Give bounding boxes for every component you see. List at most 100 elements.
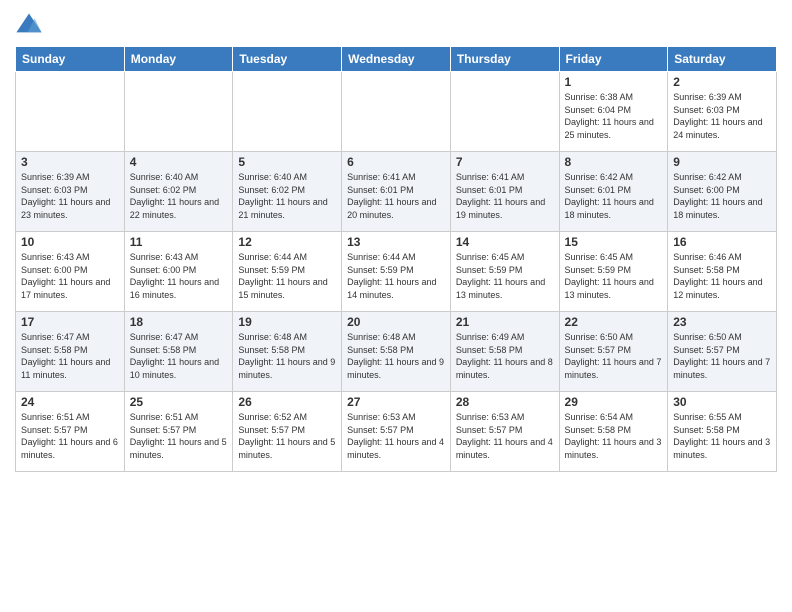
weekday-header: Friday — [559, 47, 668, 72]
logo-icon — [15, 10, 43, 38]
calendar-cell: 22Sunrise: 6:50 AM Sunset: 5:57 PM Dayli… — [559, 312, 668, 392]
day-number: 23 — [673, 315, 771, 329]
calendar-cell: 5 Sunrise: 6:40 AM Sunset: 6:02 PM Daylig… — [233, 152, 342, 232]
calendar-cell — [450, 72, 559, 152]
calendar-week-row: 3 Sunrise: 6:39 AM Sunset: 6:03 PM Daylig… — [16, 152, 777, 232]
calendar: SundayMondayTuesdayWednesdayThursdayFrid… — [15, 46, 777, 472]
day-number: 24 — [21, 395, 119, 409]
calendar-cell: 26 Sunrise: 6:52 AM Sunset: 5:57 PM Dayli… — [233, 392, 342, 472]
day-info: Sunrise: 6:45 AM Sunset: 5:59 PM Dayligh… — [565, 251, 663, 301]
day-number: 2 — [673, 75, 771, 89]
day-info: Sunrise: 6:39 AM Sunset: 6:03 PM Dayligh… — [673, 91, 771, 141]
day-info: Sunrise: 6:45 AM Sunset: 5:59 PM Dayligh… — [456, 251, 554, 301]
day-info: Sunrise: 6:53 AM Sunset: 5:57 PM Dayligh… — [347, 411, 445, 461]
day-info: Sunrise: 6:48 AM Sunset: 5:58 PM Dayligh… — [347, 331, 445, 381]
day-number: 28 — [456, 395, 554, 409]
day-number: 10 — [21, 235, 119, 249]
weekday-header: Tuesday — [233, 47, 342, 72]
day-number: 29 — [565, 395, 663, 409]
day-number: 25 — [130, 395, 228, 409]
calendar-cell: 19Sunrise: 6:48 AM Sunset: 5:58 PM Dayli… — [233, 312, 342, 392]
day-number: 30 — [673, 395, 771, 409]
weekday-header: Thursday — [450, 47, 559, 72]
day-info: Sunrise: 6:46 AM Sunset: 5:58 PM Dayligh… — [673, 251, 771, 301]
day-number: 14 — [456, 235, 554, 249]
calendar-cell: 9 Sunrise: 6:42 AM Sunset: 6:00 PM Daylig… — [668, 152, 777, 232]
calendar-cell: 6Sunrise: 6:41 AM Sunset: 6:01 PM Daylig… — [342, 152, 451, 232]
calendar-cell: 18Sunrise: 6:47 AM Sunset: 5:58 PM Dayli… — [124, 312, 233, 392]
header — [15, 10, 777, 38]
day-info: Sunrise: 6:40 AM Sunset: 6:02 PM Dayligh… — [130, 171, 228, 221]
calendar-cell: 12 Sunrise: 6:44 AM Sunset: 5:59 PM Dayli… — [233, 232, 342, 312]
day-info: Sunrise: 6:44 AM Sunset: 5:59 PM Dayligh… — [238, 251, 336, 301]
calendar-cell: 16 Sunrise: 6:46 AM Sunset: 5:58 PM Dayli… — [668, 232, 777, 312]
calendar-cell: 10Sunrise: 6:43 AM Sunset: 6:00 PM Dayli… — [16, 232, 125, 312]
day-info: Sunrise: 6:50 AM Sunset: 5:57 PM Dayligh… — [673, 331, 771, 381]
day-info: Sunrise: 6:52 AM Sunset: 5:57 PM Dayligh… — [238, 411, 336, 461]
day-info: Sunrise: 6:42 AM Sunset: 6:01 PM Dayligh… — [565, 171, 663, 221]
weekday-header: Monday — [124, 47, 233, 72]
day-info: Sunrise: 6:43 AM Sunset: 6:00 PM Dayligh… — [130, 251, 228, 301]
day-number: 6 — [347, 155, 445, 169]
calendar-cell: 11 Sunrise: 6:43 AM Sunset: 6:00 PM Dayli… — [124, 232, 233, 312]
calendar-cell: 14 Sunrise: 6:45 AM Sunset: 5:59 PM Dayli… — [450, 232, 559, 312]
day-number: 26 — [238, 395, 336, 409]
calendar-cell: 13Sunrise: 6:44 AM Sunset: 5:59 PM Dayli… — [342, 232, 451, 312]
day-info: Sunrise: 6:55 AM Sunset: 5:58 PM Dayligh… — [673, 411, 771, 461]
day-number: 27 — [347, 395, 445, 409]
calendar-cell: 1 Sunrise: 6:38 AM Sunset: 6:04 PM Daylig… — [559, 72, 668, 152]
calendar-week-row: 17 Sunrise: 6:47 AM Sunset: 5:58 PM Dayli… — [16, 312, 777, 392]
day-number: 11 — [130, 235, 228, 249]
calendar-cell: 7Sunrise: 6:41 AM Sunset: 6:01 PM Daylig… — [450, 152, 559, 232]
day-info: Sunrise: 6:54 AM Sunset: 5:58 PM Dayligh… — [565, 411, 663, 461]
calendar-cell: 17Sunrise: 6:47 AM Sunset: 5:58 PM Dayli… — [16, 312, 125, 392]
calendar-cell: 20Sunrise: 6:48 AM Sunset: 5:58 PM Dayli… — [342, 312, 451, 392]
day-info: Sunrise: 6:49 AM Sunset: 5:58 PM Dayligh… — [456, 331, 554, 381]
day-number: 8 — [565, 155, 663, 169]
weekday-header: Wednesday — [342, 47, 451, 72]
day-info: Sunrise: 6:47 AM Sunset: 5:58 PM Dayligh… — [130, 331, 228, 381]
calendar-week-row: 10 Sunrise: 6:43 AM Sunset: 6:00 PM Dayli… — [16, 232, 777, 312]
calendar-cell: 21 Sunrise: 6:49 AM Sunset: 5:58 PM Dayli… — [450, 312, 559, 392]
logo — [15, 10, 47, 38]
day-number: 16 — [673, 235, 771, 249]
calendar-cell: 2 Sunrise: 6:39 AM Sunset: 6:03 PM Daylig… — [668, 72, 777, 152]
day-number: 3 — [21, 155, 119, 169]
weekday-header: Sunday — [16, 47, 125, 72]
day-number: 12 — [238, 235, 336, 249]
weekday-header-row: SundayMondayTuesdayWednesdayThursdayFrid… — [16, 47, 777, 72]
calendar-cell: 24 Sunrise: 6:51 AM Sunset: 5:57 PM Dayli… — [16, 392, 125, 472]
page: SundayMondayTuesdayWednesdayThursdayFrid… — [0, 0, 792, 612]
day-info: Sunrise: 6:53 AM Sunset: 5:57 PM Dayligh… — [456, 411, 554, 461]
day-info: Sunrise: 6:48 AM Sunset: 5:58 PM Dayligh… — [238, 331, 336, 381]
day-info: Sunrise: 6:39 AM Sunset: 6:03 PM Dayligh… — [21, 171, 119, 221]
calendar-cell: 29 Sunrise: 6:54 AM Sunset: 5:58 PM Dayli… — [559, 392, 668, 472]
calendar-cell: 15 Sunrise: 6:45 AM Sunset: 5:59 PM Dayli… — [559, 232, 668, 312]
day-number: 4 — [130, 155, 228, 169]
calendar-cell: 8 Sunrise: 6:42 AM Sunset: 6:01 PM Daylig… — [559, 152, 668, 232]
calendar-cell: 28 Sunrise: 6:53 AM Sunset: 5:57 PM Dayli… — [450, 392, 559, 472]
day-number: 15 — [565, 235, 663, 249]
day-number: 22 — [565, 315, 663, 329]
day-number: 9 — [673, 155, 771, 169]
calendar-cell: 4 Sunrise: 6:40 AM Sunset: 6:02 PM Daylig… — [124, 152, 233, 232]
day-info: Sunrise: 6:40 AM Sunset: 6:02 PM Dayligh… — [238, 171, 336, 221]
day-number: 1 — [565, 75, 663, 89]
weekday-header: Saturday — [668, 47, 777, 72]
day-info: Sunrise: 6:51 AM Sunset: 5:57 PM Dayligh… — [21, 411, 119, 461]
day-number: 5 — [238, 155, 336, 169]
day-info: Sunrise: 6:42 AM Sunset: 6:00 PM Dayligh… — [673, 171, 771, 221]
day-number: 21 — [456, 315, 554, 329]
day-info: Sunrise: 6:51 AM Sunset: 5:57 PM Dayligh… — [130, 411, 228, 461]
calendar-cell: 27 Sunrise: 6:53 AM Sunset: 5:57 PM Dayli… — [342, 392, 451, 472]
calendar-cell: 30 Sunrise: 6:55 AM Sunset: 5:58 PM Dayli… — [668, 392, 777, 472]
day-number: 7 — [456, 155, 554, 169]
calendar-cell: 23 Sunrise: 6:50 AM Sunset: 5:57 PM Dayli… — [668, 312, 777, 392]
day-info: Sunrise: 6:38 AM Sunset: 6:04 PM Dayligh… — [565, 91, 663, 141]
day-number: 13 — [347, 235, 445, 249]
day-number: 17 — [21, 315, 119, 329]
calendar-cell: 3 Sunrise: 6:39 AM Sunset: 6:03 PM Daylig… — [16, 152, 125, 232]
calendar-week-row: 24 Sunrise: 6:51 AM Sunset: 5:57 PM Dayli… — [16, 392, 777, 472]
calendar-cell — [342, 72, 451, 152]
calendar-cell — [233, 72, 342, 152]
